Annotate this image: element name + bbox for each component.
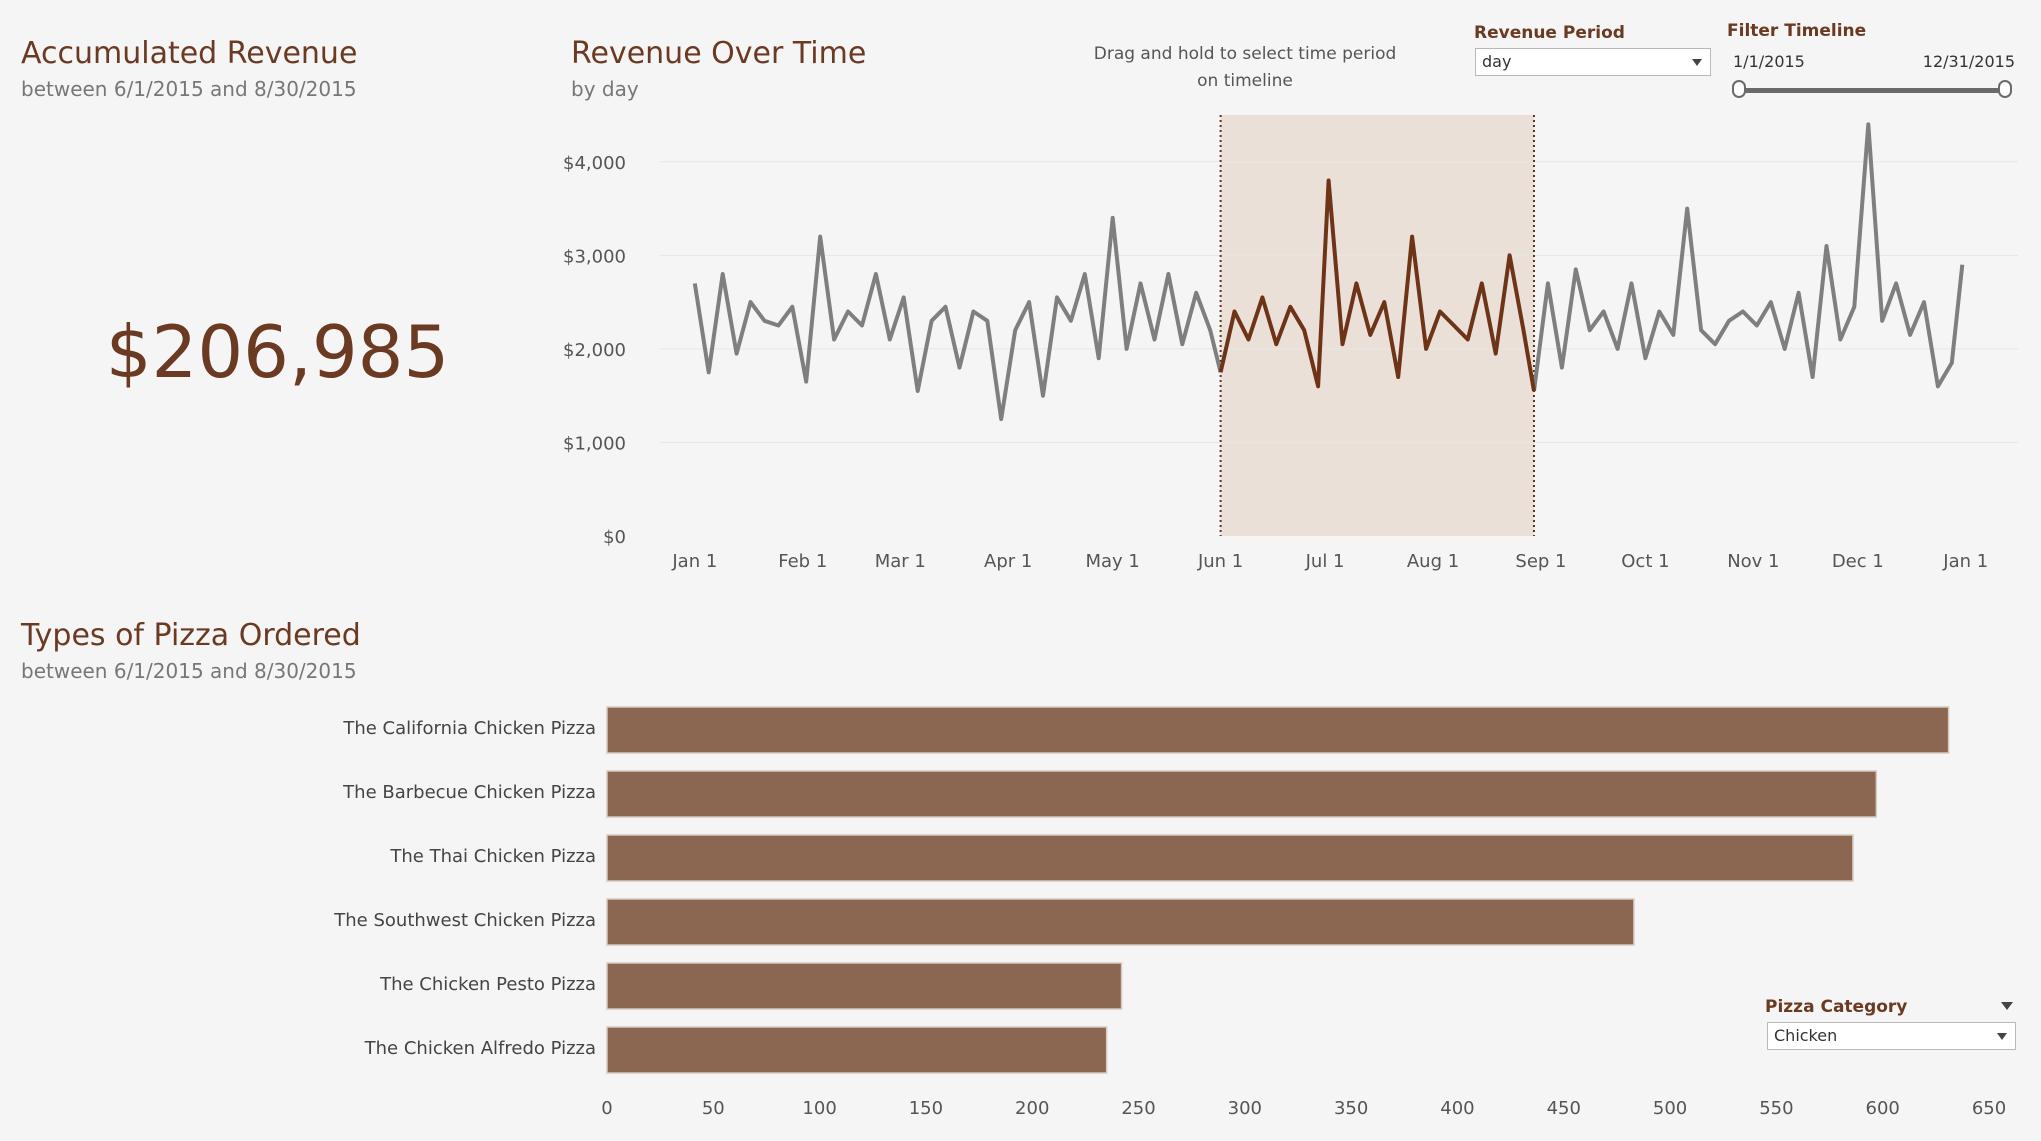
- revenue-line-before-selection[interactable]: [692, 215, 1223, 422]
- x-tick-label: Feb 1: [778, 551, 827, 572]
- x-tick-label: 300: [1228, 1098, 1262, 1119]
- chevron-down-icon: [1997, 1033, 2007, 1040]
- x-tick-label: 350: [1334, 1098, 1368, 1119]
- x-tick-label: 400: [1440, 1098, 1474, 1119]
- y-tick-label: $1,000: [563, 433, 626, 454]
- x-tick-label: Oct 1: [1621, 551, 1669, 572]
- category-label: The Chicken Pesto Pizza: [380, 974, 596, 995]
- x-tick-label: Sep 1: [1515, 551, 1566, 572]
- pizza-types-title: Types of Pizza Ordered: [21, 618, 361, 653]
- x-tick-label: May 1: [1085, 551, 1139, 572]
- x-tick-label: 650: [1972, 1098, 2006, 1119]
- x-tick-label: 0: [601, 1098, 612, 1119]
- x-tick-label: Mar 1: [875, 551, 926, 572]
- pizza-bar-chart[interactable]: 0 50 100 150 200 250 300 350 400 450 500 550 600 650: [0, 680, 2041, 1141]
- x-tick-label: 150: [909, 1098, 943, 1119]
- revenue-line-after-selection[interactable]: [1532, 122, 1965, 392]
- x-tick-label: 100: [802, 1098, 836, 1119]
- x-tick-label: 600: [1866, 1098, 1900, 1119]
- x-tick-label: 450: [1547, 1098, 1581, 1119]
- bar-6[interactable]: [606, 1026, 1108, 1074]
- x-tick-label: Dec 1: [1832, 551, 1884, 572]
- x-tick-label: 200: [1015, 1098, 1049, 1119]
- category-label: The Barbecue Chicken Pizza: [343, 782, 596, 803]
- revenue-line-chart[interactable]: $0 $1,000 $2,000 $3,000 $4,000 Jan 1 Feb 1 Mar …: [0, 0, 2041, 580]
- x-tick-label: Jul 1: [1305, 551, 1345, 572]
- bar-2[interactable]: [606, 770, 1878, 818]
- y-tick-label: $4,000: [563, 153, 626, 174]
- x-tick-label: Aug 1: [1407, 551, 1459, 572]
- x-tick-label: Jan 1: [1942, 551, 1988, 572]
- y-tick-label: $2,000: [563, 340, 626, 361]
- pizza-category-label: Pizza Category: [1765, 997, 1908, 1017]
- pizza-category-menu-icon[interactable]: [2001, 1002, 2013, 1010]
- category-label: The Thai Chicken Pizza: [390, 846, 596, 867]
- x-tick-label: Nov 1: [1727, 551, 1779, 572]
- bar-1[interactable]: [606, 706, 1950, 754]
- y-tick-label: $3,000: [563, 246, 626, 267]
- category-label: The Chicken Alfredo Pizza: [364, 1038, 596, 1059]
- x-tick-label: Jun 1: [1197, 551, 1243, 572]
- category-label: The California Chicken Pizza: [343, 718, 596, 739]
- selection-band[interactable]: [1220, 115, 1534, 536]
- pizza-category-dropdown[interactable]: Chicken: [1767, 1022, 2016, 1050]
- y-tick-label: $0: [603, 527, 626, 548]
- x-tick-label: 550: [1759, 1098, 1793, 1119]
- x-tick-label: 500: [1653, 1098, 1687, 1119]
- x-tick-label: 50: [702, 1098, 725, 1119]
- x-tick-label: Jan 1: [671, 551, 717, 572]
- bar-4[interactable]: [606, 898, 1635, 946]
- x-tick-label: 250: [1121, 1098, 1155, 1119]
- category-label: The Southwest Chicken Pizza: [334, 910, 596, 931]
- x-tick-label: Apr 1: [984, 551, 1032, 572]
- pizza-category-value: Chicken: [1774, 1026, 1838, 1045]
- bar-3[interactable]: [606, 834, 1854, 882]
- bar-5[interactable]: [606, 962, 1123, 1010]
